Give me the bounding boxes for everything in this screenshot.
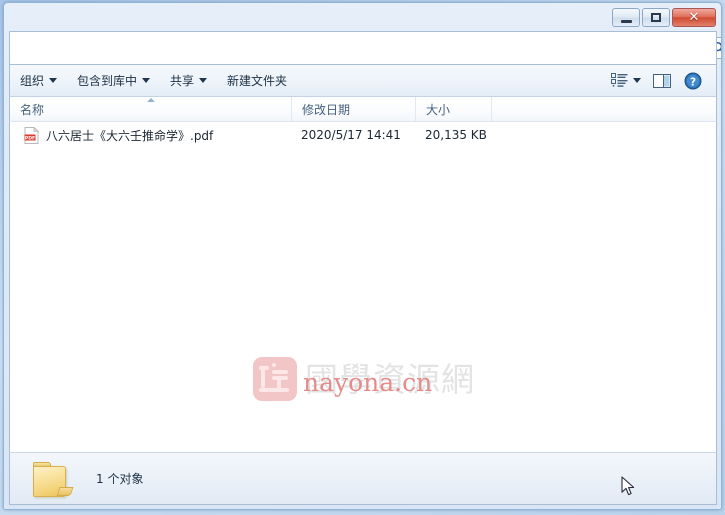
toolbar-item-include-in-library[interactable]: 包含到库中 bbox=[67, 68, 160, 93]
minimize-icon bbox=[620, 19, 632, 23]
column-header-name[interactable]: 名称 bbox=[10, 97, 291, 121]
column-label: 修改日期 bbox=[302, 102, 351, 117]
window-controls: ✕ bbox=[612, 8, 716, 27]
list-view-icon bbox=[611, 73, 628, 87]
watermark-url: nayona.cn bbox=[303, 368, 433, 397]
status-bar: 1 个对象 bbox=[9, 452, 717, 505]
table-row[interactable]: PDF 八六居士《大六壬推命学》.pdf 2020/5/17 14:41 20,… bbox=[10, 122, 716, 146]
column-header-row: 名称 修改日期 大小 bbox=[9, 97, 717, 122]
pdf-file-icon: PDF bbox=[24, 126, 40, 144]
help-icon: ? bbox=[684, 72, 702, 89]
chevron-down-icon bbox=[142, 78, 151, 83]
change-view-button[interactable] bbox=[607, 69, 645, 93]
toolbar-item-share[interactable]: 共享 bbox=[160, 68, 217, 93]
screen: ✕ « 已发布 D885 八六居士《大六壬推命学》 bbox=[0, 0, 725, 515]
file-name: 八六居士《大六壬推命学》.pdf bbox=[46, 128, 214, 143]
preview-pane-button[interactable] bbox=[649, 69, 676, 93]
toolbar-right-group: ? bbox=[607, 69, 716, 93]
explorer-window: ✕ « 已发布 D885 八六居士《大六壬推命学》 bbox=[3, 2, 722, 510]
column-header-spacer bbox=[491, 97, 716, 121]
status-text: 1 个对象 bbox=[96, 472, 144, 486]
chevron-down-icon bbox=[199, 78, 208, 83]
sort-ascending-icon bbox=[146, 98, 155, 102]
toolbar-label: 共享 bbox=[170, 74, 195, 88]
toolbar-label: 包含到库中 bbox=[77, 74, 138, 88]
close-button[interactable]: ✕ bbox=[672, 8, 716, 27]
help-button[interactable]: ? bbox=[680, 69, 706, 93]
maximize-button[interactable] bbox=[642, 8, 670, 27]
watermark: 國學資源網 nayona.cn bbox=[253, 350, 503, 408]
file-date-cell: 2020/5/17 14:41 bbox=[301, 128, 401, 142]
chevron-down-icon bbox=[633, 78, 641, 83]
file-list[interactable]: PDF 八六居士《大六壬推命学》.pdf 2020/5/17 14:41 20,… bbox=[9, 122, 717, 452]
chevron-down-icon bbox=[49, 78, 58, 83]
preview-pane-icon bbox=[653, 73, 671, 88]
maximize-icon bbox=[651, 13, 661, 22]
toolbar-item-new-folder[interactable]: 新建文件夹 bbox=[217, 68, 297, 93]
folder-icon bbox=[32, 460, 74, 497]
column-header-size[interactable]: 大小 bbox=[415, 97, 491, 121]
minimize-button[interactable] bbox=[612, 8, 640, 27]
toolbar-label: 组织 bbox=[20, 74, 45, 88]
svg-text:PDF: PDF bbox=[25, 135, 35, 141]
title-bar[interactable]: ✕ bbox=[4, 3, 721, 31]
watermark-logo-icon bbox=[253, 357, 297, 401]
close-icon: ✕ bbox=[688, 10, 700, 25]
svg-text:?: ? bbox=[690, 76, 696, 88]
toolbar-label: 新建文件夹 bbox=[227, 74, 288, 88]
file-name-cell[interactable]: PDF 八六居士《大六壬推命学》.pdf bbox=[10, 126, 291, 144]
toolbar-item-organize[interactable]: 组织 bbox=[10, 68, 67, 93]
column-header-date[interactable]: 修改日期 bbox=[291, 97, 415, 121]
command-toolbar: 组织 包含到库中 共享 新建文件夹 ? bbox=[9, 64, 717, 97]
column-label: 名称 bbox=[20, 102, 45, 117]
file-size-cell: 20,135 KB bbox=[425, 128, 487, 142]
watermark-text: 國學資源網 bbox=[305, 359, 475, 399]
column-label: 大小 bbox=[426, 102, 451, 117]
